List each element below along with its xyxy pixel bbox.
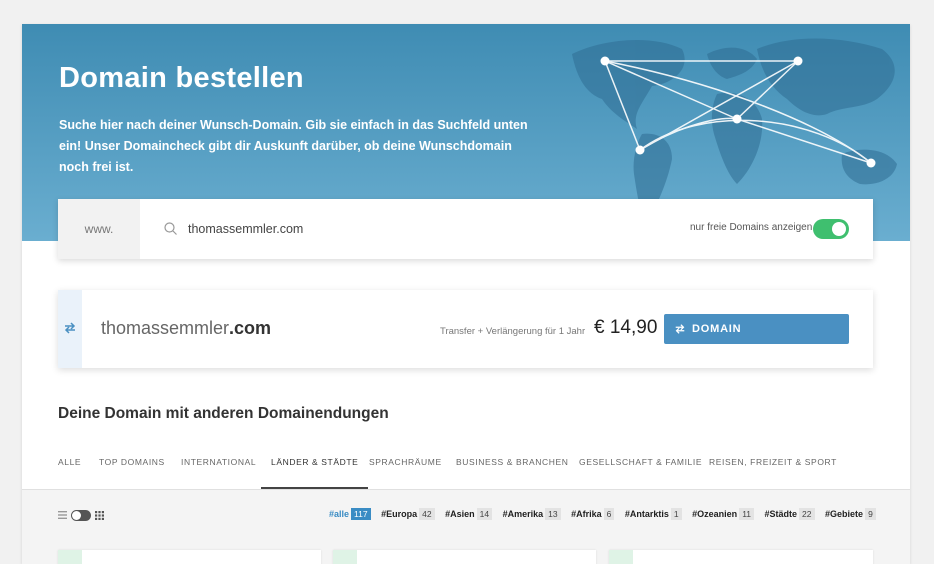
page-title: Domain bestellen bbox=[59, 62, 304, 94]
domain-card-stub[interactable] bbox=[58, 550, 321, 564]
tab-sprachraeume[interactable]: SPRACHRÄUME bbox=[369, 457, 442, 489]
tab-business-branchen[interactable]: BUSINESS & BRANCHEN bbox=[456, 457, 568, 489]
domain-name: thomassemmler bbox=[101, 318, 230, 338]
hero-description: Suche hier nach deiner Wunsch-Domain. Gi… bbox=[59, 118, 528, 174]
filter-tag-alle[interactable]: #alle 117 bbox=[329, 508, 371, 520]
transfer-icon bbox=[64, 322, 76, 334]
filter-tag-staedte[interactable]: #Städte 22 bbox=[765, 508, 815, 520]
transfer-icon bbox=[675, 324, 685, 334]
domain-result-card: thomassemmler.com Transfer + Verlängerun… bbox=[58, 290, 873, 368]
tab-international[interactable]: INTERNATIONAL bbox=[181, 457, 256, 489]
list-view-icon bbox=[58, 511, 67, 519]
price: € 14,90 bbox=[594, 317, 658, 338]
domain-tld: .com bbox=[229, 318, 272, 338]
filter-tag-gebiete[interactable]: #Gebiete 9 bbox=[825, 508, 876, 520]
tab-reisen-freizeit-sport[interactable]: REISEN, FREIZEIT & SPORT bbox=[709, 457, 837, 489]
filter-tag-asien[interactable]: #Asien 14 bbox=[445, 508, 493, 520]
tab-top-domains[interactable]: TOP DOMAINS bbox=[99, 457, 165, 489]
region-filter-tags: #alle 117 #Europa 42 #Asien 14 #Amerika 13 #… bbox=[329, 508, 884, 524]
domain-search-input[interactable] bbox=[188, 217, 488, 241]
filter-tag-europa[interactable]: #Europa 42 bbox=[381, 508, 435, 520]
tab-alle[interactable]: ALLE bbox=[58, 457, 81, 489]
order-card: Domain bestellen Suche hier nach deiner … bbox=[22, 24, 910, 564]
free-domains-toggle[interactable] bbox=[813, 219, 849, 239]
transfer-domain-button[interactable]: DOMAIN TRANSFERIEREN bbox=[664, 314, 849, 365]
www-prefix: www. bbox=[58, 199, 140, 259]
result-status-strip bbox=[58, 290, 82, 368]
domain-card-stub[interactable] bbox=[609, 550, 873, 564]
section-title: Deine Domain mit anderen Domainendungen bbox=[58, 405, 389, 422]
filter-tag-amerika[interactable]: #Amerika 13 bbox=[503, 508, 561, 520]
tab-laender-staedte[interactable]: LÄNDER & STÄDTE bbox=[260, 457, 369, 489]
domain-card-stub[interactable] bbox=[333, 550, 596, 564]
view-toggle[interactable] bbox=[71, 510, 91, 521]
domain-search-bar: www. nur freie Domains anzeigen bbox=[58, 199, 873, 259]
search-icon bbox=[164, 222, 177, 235]
filter-tag-antarktis[interactable]: #Antarktis 1 bbox=[625, 508, 682, 520]
toggle-knob bbox=[832, 222, 846, 236]
filter-tag-ozeanien[interactable]: #Ozeanien 11 bbox=[692, 508, 755, 520]
filter-tag-afrika[interactable]: #Afrika 6 bbox=[571, 508, 615, 520]
transfer-button-label: DOMAIN TRANSFERIEREN bbox=[692, 323, 796, 365]
grid-view-icon bbox=[95, 511, 104, 520]
price-note: Transfer + Verlängerung für 1 Jahr bbox=[440, 326, 586, 337]
result-domain: thomassemmler.com bbox=[101, 318, 271, 339]
tab-gesellschaft-familie[interactable]: GESELLSCHAFT & FAMILIE bbox=[579, 457, 702, 489]
free-domains-toggle-label: nur freie Domains anzeigen bbox=[690, 222, 813, 233]
